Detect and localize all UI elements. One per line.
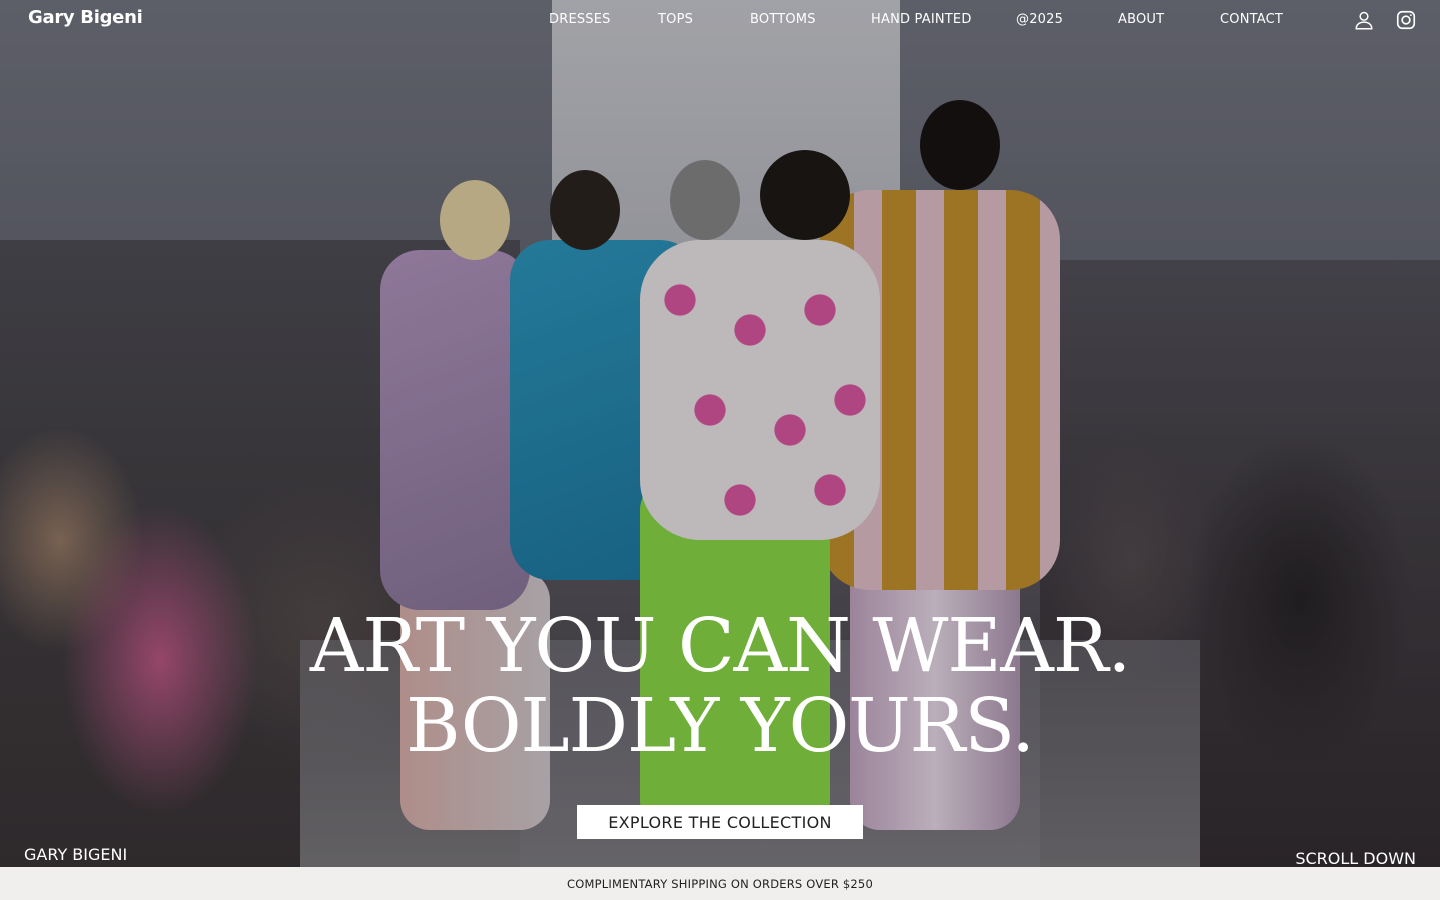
nav-item-hand-painted[interactable]: HAND PAINTED [871, 12, 972, 27]
announcement-text: COMPLIMENTARY SHIPPING ON ORDERS OVER $2… [567, 876, 873, 891]
hero-headline-line2: BOLDLY YOURS. [406, 683, 1035, 769]
nav-item-bottoms[interactable]: BOTTOMS [750, 12, 816, 27]
nav-item-2025[interactable]: @2025 [1016, 12, 1063, 27]
hero-headline: ART YOU CAN WEAR. BOLDLY YOURS. [0, 606, 1440, 766]
hero-headline-line1: ART YOU CAN WEAR. [309, 603, 1131, 689]
explore-collection-button[interactable]: EXPLORE THE COLLECTION [577, 805, 863, 839]
hero-brand-label: GARY BIGENI [24, 845, 128, 864]
nav-item-about[interactable]: ABOUT [1118, 12, 1164, 27]
instagram-icon[interactable] [1395, 9, 1417, 31]
user-account-icon[interactable] [1353, 9, 1375, 31]
nav-item-tops[interactable]: TOPS [658, 12, 693, 27]
scroll-down-link[interactable]: SCROLL DOWN [1295, 849, 1416, 868]
site-header: Gary Bigeni DRESSES TOPS BOTTOMS HAND PA… [0, 0, 1440, 42]
nav-item-contact[interactable]: CONTACT [1220, 12, 1283, 27]
logo[interactable]: Gary Bigeni [28, 7, 143, 28]
announcement-bar: COMPLIMENTARY SHIPPING ON ORDERS OVER $2… [0, 867, 1440, 900]
nav-item-dresses[interactable]: DRESSES [549, 12, 611, 27]
